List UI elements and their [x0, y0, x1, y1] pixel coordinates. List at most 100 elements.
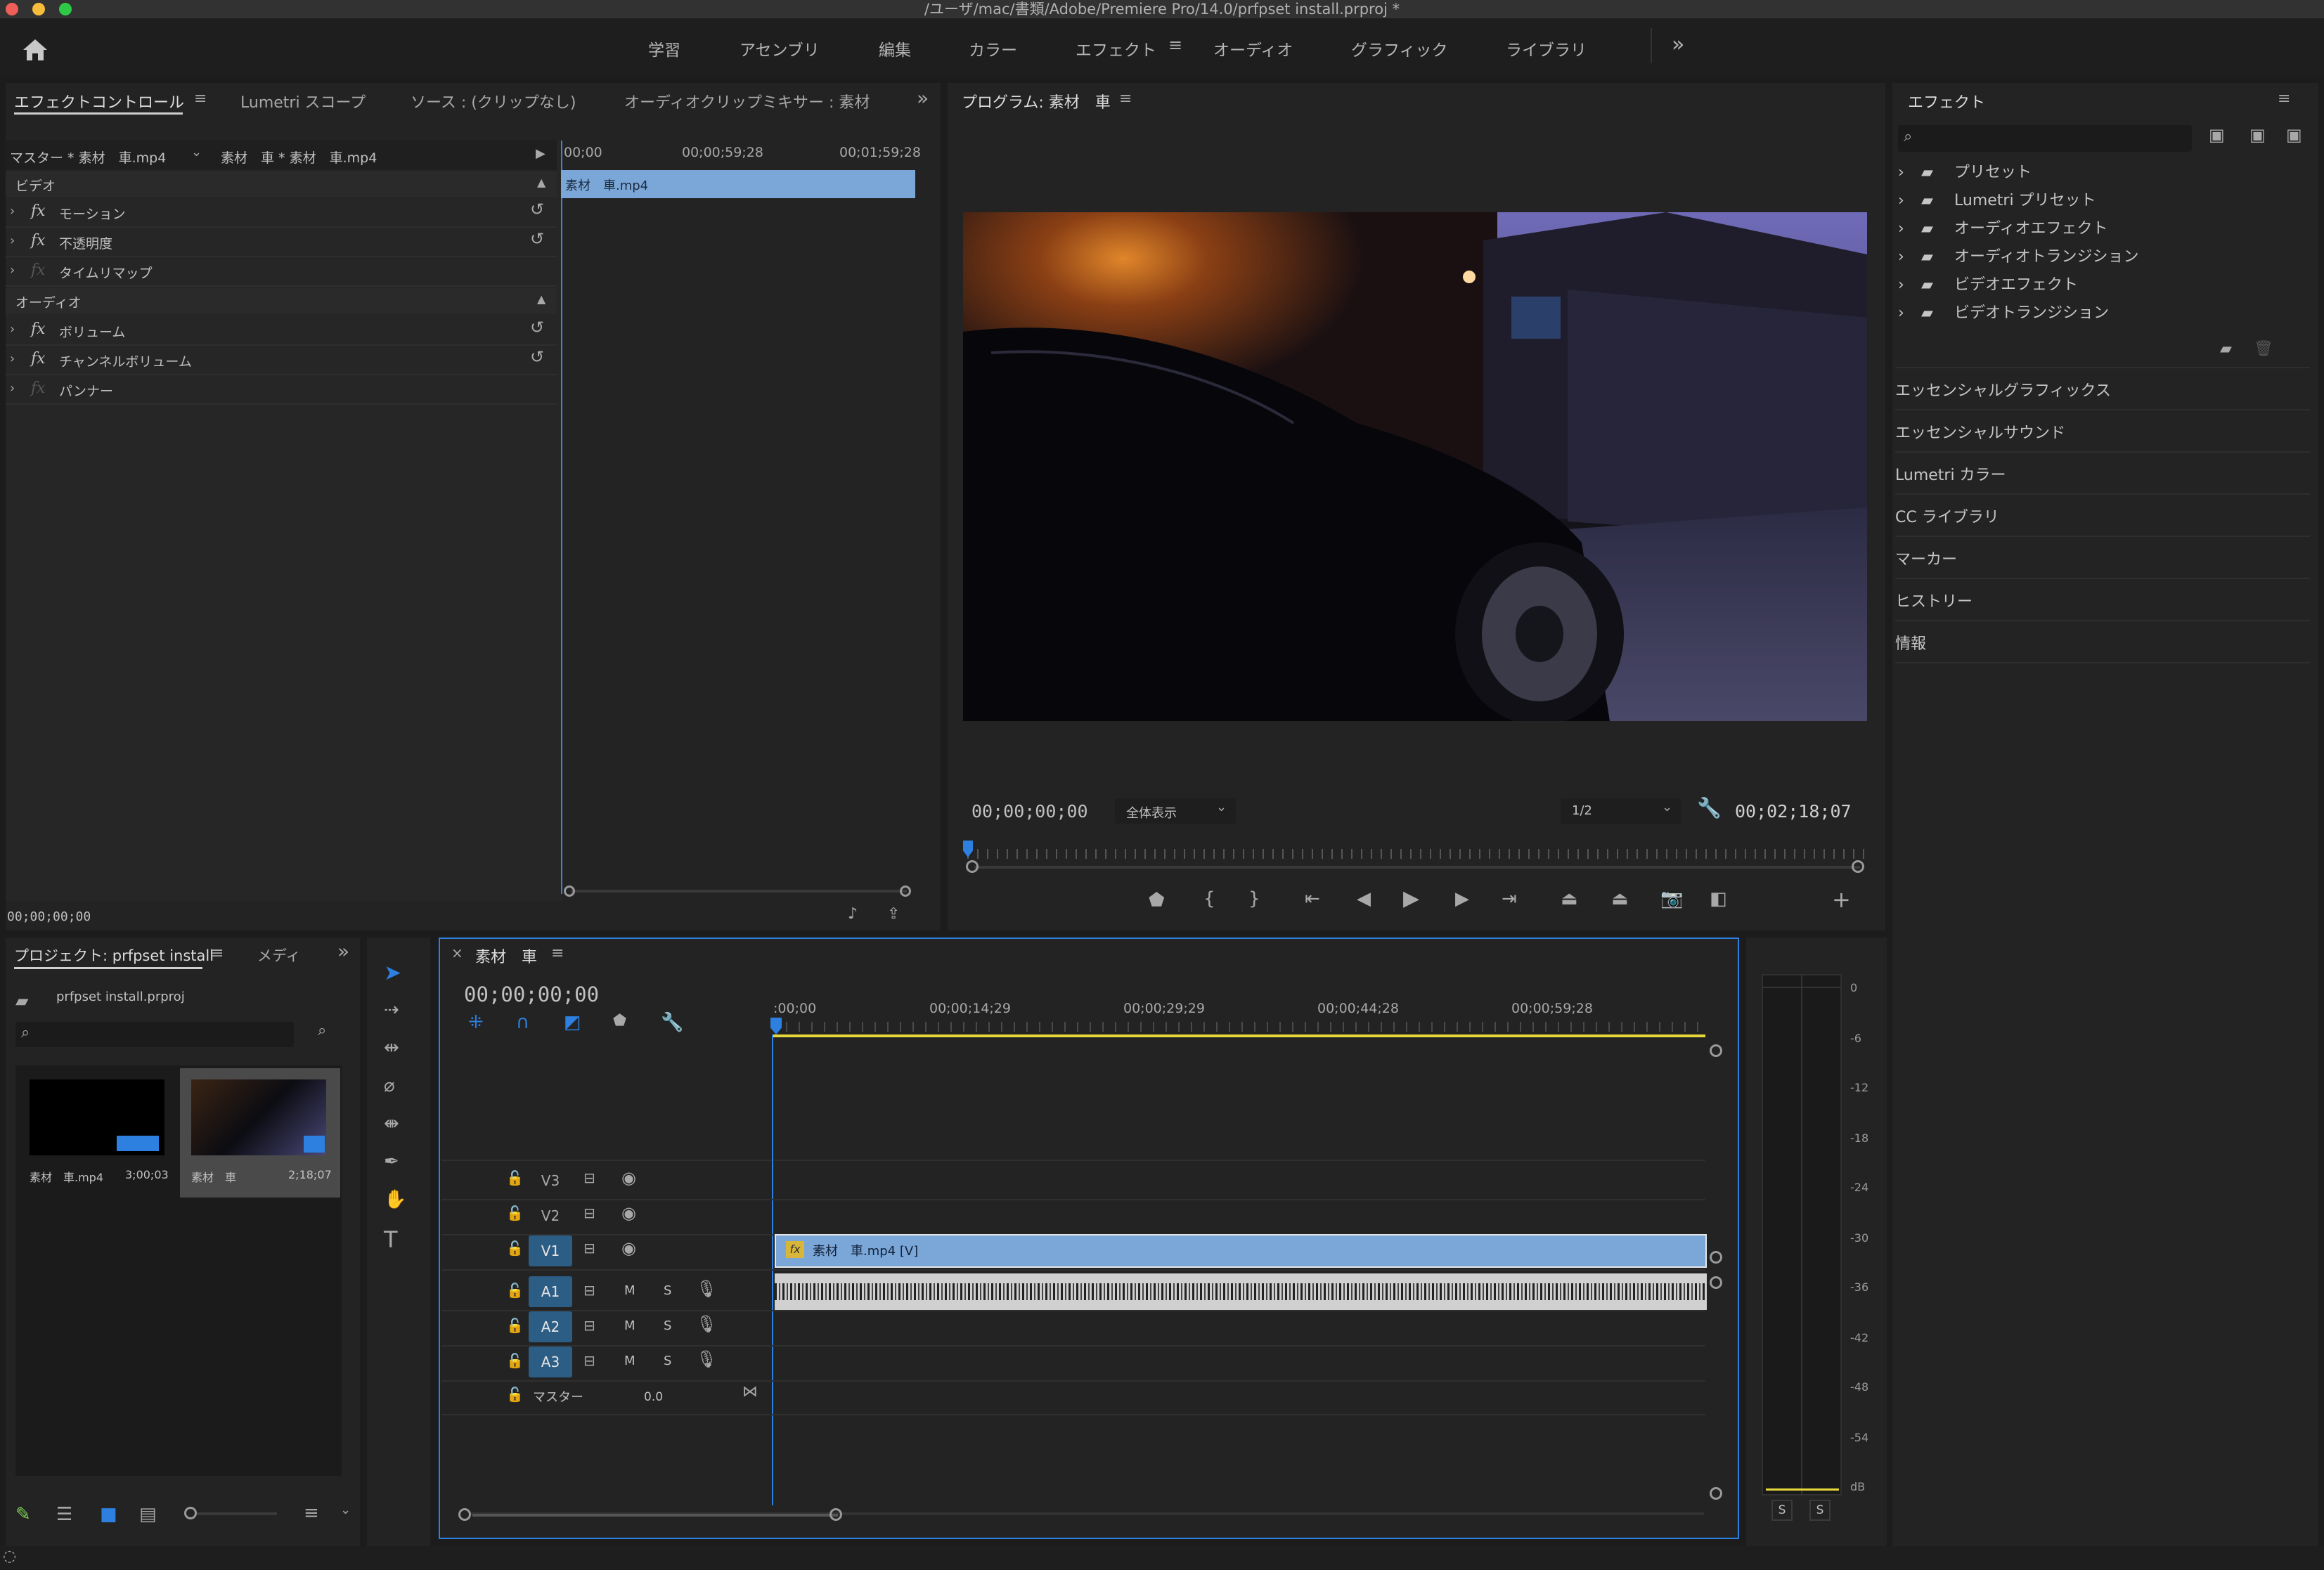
workspace-tab-learn[interactable]: 学習 — [648, 37, 680, 60]
tab-effect-controls[interactable]: エフェクトコントロール — [14, 90, 184, 112]
32-bit-effects-icon[interactable]: ▣ — [2249, 126, 2266, 143]
panel-overflow-icon[interactable]: » — [337, 942, 349, 961]
effects-tree-item[interactable]: › ▰ Lumetri プリセット — [1898, 188, 2096, 214]
eye-icon[interactable]: ◉ — [621, 1205, 636, 1221]
panel-menu-icon[interactable]: ≡ — [1119, 91, 1132, 107]
lift-icon[interactable]: ⏏ — [1561, 890, 1578, 908]
chevron-right-icon[interactable]: › — [10, 235, 15, 247]
microphone-icon[interactable]: 🎙 — [696, 1351, 717, 1368]
tab-media-browser[interactable]: メディ — [257, 945, 301, 966]
step-back-icon[interactable]: ◀ — [1357, 890, 1371, 908]
new-bin-icon[interactable]: ▰ — [2220, 342, 2232, 357]
chevron-right-icon[interactable]: › — [10, 323, 15, 336]
master-clip-label[interactable]: マスター * 素材 車.mp4 — [10, 148, 166, 167]
button-editor-plus-icon[interactable]: + — [1832, 888, 1851, 911]
collapse-up-icon[interactable]: ▲ — [537, 177, 546, 188]
project-item-selected[interactable]: 素材 車 2;18;07 — [180, 1068, 340, 1198]
mute-button[interactable]: M — [624, 1318, 635, 1333]
go-to-end-icon[interactable]: ⋈ — [742, 1384, 758, 1400]
background-process-icon[interactable]: ◌ — [3, 1549, 16, 1564]
timeline-zoom-handle-right[interactable] — [829, 1508, 842, 1521]
mute-button[interactable]: M — [624, 1354, 635, 1368]
workspace-tab-editing[interactable]: 編集 — [879, 37, 911, 60]
program-zoom-handle-left[interactable] — [966, 860, 979, 873]
resolution-dropdown[interactable]: 1/2 ⌄ — [1561, 798, 1681, 824]
program-monitor-title[interactable]: プログラム: 素材 車 — [962, 90, 1111, 112]
pencil-icon[interactable]: ✎ — [15, 1505, 31, 1524]
play-icon[interactable]: ▶ — [1403, 888, 1419, 909]
effects-search-input[interactable]: ⌕ — [1898, 125, 2192, 152]
track-target-v1[interactable]: V1 — [529, 1235, 572, 1266]
icon-view-icon[interactable]: ■ — [100, 1505, 117, 1524]
video-scroll-handle[interactable] — [1710, 1251, 1722, 1264]
panel-menu-icon[interactable]: ≡ — [194, 91, 207, 107]
nest-sequence-icon[interactable]: ⁜ — [468, 1013, 484, 1032]
reset-icon[interactable]: ↺ — [530, 349, 544, 365]
lock-icon[interactable]: 🔓 — [506, 1387, 524, 1401]
microphone-icon[interactable]: 🎙 — [696, 1280, 717, 1297]
chevron-right-icon[interactable]: › — [10, 205, 15, 218]
sort-icon[interactable]: ≡ — [304, 1504, 319, 1522]
meter-solo-left-button[interactable]: S — [1771, 1500, 1793, 1521]
lock-icon[interactable]: 🔓 — [506, 1241, 524, 1255]
audio-scroll-handle[interactable] — [1710, 1276, 1722, 1289]
info-panel-tab[interactable]: 情報 — [1895, 631, 1926, 654]
master-volume-value[interactable]: 0.0 — [644, 1390, 663, 1404]
effects-tree-item[interactable]: › ▰ オーディオトランジション — [1898, 245, 2138, 270]
export-icon[interactable]: ⇪ — [887, 907, 900, 922]
effects-tree-item[interactable]: › ▰ ビデオエフェクト — [1898, 273, 2078, 298]
selection-tool-icon[interactable]: ➤ — [384, 963, 401, 984]
workspace-tab-graphics[interactable]: グラフィック — [1351, 37, 1448, 60]
program-video-frame[interactable] — [963, 212, 1867, 721]
accelerated-effects-icon[interactable]: ▣ — [2209, 126, 2225, 143]
program-zoom-scrollbar[interactable] — [974, 866, 1860, 869]
eye-icon[interactable]: ◉ — [621, 1169, 636, 1186]
ec-zoom-scrollbar[interactable] — [571, 890, 907, 893]
tab-project[interactable]: プロジェクト: prfpset install — [14, 945, 214, 966]
trash-icon[interactable]: 🗑 — [2254, 342, 2273, 357]
step-forward-icon[interactable]: ▶ — [1455, 890, 1469, 908]
thumbnail-zoom-slider[interactable] — [190, 1512, 277, 1515]
history-panel-tab[interactable]: ヒストリー — [1895, 589, 1973, 611]
essential-sound-panel-tab[interactable]: エッセンシャルサウンド — [1895, 420, 2065, 443]
lock-icon[interactable]: 🔓 — [506, 1206, 524, 1220]
program-time-ruler[interactable] — [967, 849, 1866, 859]
lock-icon[interactable]: 🔓 — [506, 1354, 524, 1368]
program-playhead-timecode[interactable]: 00;00;00;00 — [971, 801, 1088, 822]
track-target-v3[interactable]: V3 — [529, 1165, 572, 1196]
mark-out-icon[interactable]: } — [1248, 890, 1260, 908]
home-icon[interactable] — [21, 38, 49, 65]
go-to-in-icon[interactable]: ⇤ — [1305, 890, 1320, 908]
lock-icon[interactable]: 🔓 — [506, 1318, 524, 1332]
reset-icon[interactable]: ↺ — [530, 231, 544, 247]
cc-libraries-panel-tab[interactable]: CC ライブラリ — [1895, 505, 1999, 527]
timeline-timecode[interactable]: 00;00;00;00 — [464, 982, 599, 1006]
meter-solo-right-button[interactable]: S — [1809, 1500, 1831, 1521]
panel-menu-icon[interactable]: ≡ — [211, 946, 224, 961]
tab-source[interactable]: ソース : (クリップなし) — [411, 90, 576, 112]
workspace-tab-color[interactable]: カラー — [969, 37, 1017, 60]
ec-clip-bar[interactable]: 素材 車.mp4 — [561, 170, 915, 198]
solo-button[interactable]: S — [664, 1318, 671, 1333]
panel-menu-icon[interactable]: ≡ — [2278, 91, 2290, 107]
program-zoom-handle-right[interactable] — [1852, 860, 1864, 873]
timeline-video-clip[interactable]: fx 素材 車.mp4 [V] — [775, 1234, 1707, 1268]
video-scroll-handle[interactable] — [1710, 1044, 1722, 1057]
reset-icon[interactable]: ↺ — [530, 319, 544, 336]
eye-icon[interactable]: ◉ — [621, 1240, 636, 1257]
timeline-audio-clip[interactable] — [775, 1273, 1707, 1310]
effects-tree-item[interactable]: › ▰ ビデオトランジション — [1898, 301, 2109, 326]
sync-lock-icon[interactable]: ⊟ — [583, 1354, 595, 1368]
sync-lock-icon[interactable]: ⊟ — [583, 1283, 595, 1297]
reset-icon[interactable]: ↺ — [530, 201, 544, 218]
chevron-right-icon[interactable]: › — [10, 353, 15, 365]
linked-selection-icon[interactable]: ◩ — [564, 1013, 581, 1032]
workspace-tab-audio[interactable]: オーディオ — [1213, 37, 1293, 60]
microphone-icon[interactable]: 🎙 — [696, 1316, 717, 1332]
zoom-slider-handle[interactable] — [184, 1507, 197, 1519]
add-marker-icon[interactable]: ⬟ — [1149, 891, 1165, 909]
sync-lock-icon[interactable]: ⊟ — [583, 1206, 595, 1220]
pen-tool-icon[interactable]: ✒ — [384, 1153, 399, 1171]
freeform-view-icon[interactable]: ▤ — [139, 1505, 157, 1524]
close-icon[interactable]: × — [451, 946, 463, 960]
